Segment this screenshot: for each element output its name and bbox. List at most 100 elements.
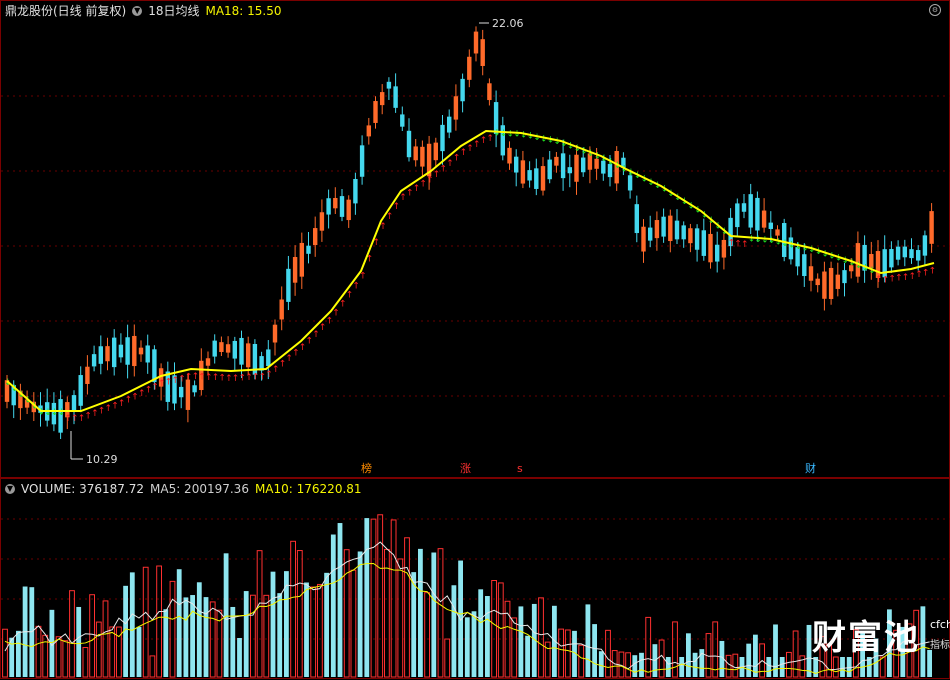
event-marker-rank[interactable]: 榜: [360, 463, 373, 475]
candle-body: [581, 157, 586, 173]
price-header: 鼎龙股份(日线 前复权) ▼ 18日均线 MA18: 15.50: [5, 3, 282, 19]
volume-bar: [418, 548, 423, 677]
event-marker-s[interactable]: s: [516, 463, 524, 475]
candle-body: [822, 271, 827, 299]
candle-body: [152, 349, 157, 383]
volume-bar: [223, 553, 229, 677]
candle-body: [668, 215, 673, 242]
candle-body: [313, 228, 318, 246]
candle-body: [145, 345, 150, 363]
candle-body: [212, 340, 217, 357]
candle-body: [514, 156, 519, 173]
volume-bar: [840, 657, 845, 677]
volume-bar: [270, 571, 276, 677]
candle-body: [433, 142, 438, 161]
volume-bar: [558, 628, 565, 678]
volume-bar: [511, 617, 518, 678]
volume-bar: [625, 652, 632, 678]
volume-bar: [779, 657, 785, 677]
stock-title[interactable]: 鼎龙股份(日线 前复权): [5, 3, 126, 19]
volume-bar: [712, 621, 719, 678]
candle-body: [393, 86, 398, 108]
candle-body: [232, 340, 237, 359]
watermark-brand: 财富池: [812, 618, 920, 658]
volume-bar: [585, 604, 591, 677]
volume-bar: [343, 549, 350, 678]
candle-body: [520, 160, 526, 184]
volume-bar: [390, 519, 397, 678]
ma18-value: MA18: 15.50: [205, 4, 282, 18]
candle-body: [380, 92, 385, 106]
candle-body: [909, 249, 914, 259]
volume-bar: [263, 594, 270, 678]
volume-bar: [397, 558, 404, 678]
candle-body: [420, 146, 425, 167]
candle-body: [366, 125, 371, 137]
volume-bar: [337, 523, 343, 677]
volume-bar: [364, 518, 370, 677]
volume-bar: [176, 569, 182, 677]
volume-bar: [149, 655, 156, 678]
candle-body: [567, 167, 572, 174]
volume-bar: [277, 593, 283, 677]
candle-body: [755, 197, 760, 231]
volume-value: VOLUME: 376187.72: [21, 482, 144, 496]
candle-body: [460, 78, 465, 102]
indicator-name[interactable]: 18日均线: [148, 3, 199, 19]
candle-body: [306, 245, 311, 254]
candle-body: [902, 246, 907, 258]
volume-bar: [304, 582, 309, 677]
volume-bar: [62, 640, 69, 678]
volume-bar: [16, 630, 21, 677]
volume-bar: [879, 656, 886, 678]
ma18-line: [6, 129, 935, 412]
candle-body: [507, 147, 512, 164]
volume-bar: [471, 611, 477, 677]
candle-body: [748, 194, 753, 228]
volume-bar: [605, 629, 611, 678]
event-marker-rise[interactable]: 涨: [459, 463, 472, 475]
volume-bar: [256, 550, 263, 678]
high-price-label: 22.06: [492, 17, 524, 30]
candle-body: [534, 168, 539, 189]
candle-body: [554, 156, 559, 166]
candle-body: [386, 81, 392, 89]
volume-bar: [766, 657, 772, 677]
candle-body: [808, 266, 814, 281]
candle-body: [440, 124, 445, 152]
candle-body: [694, 228, 700, 250]
candle-body: [447, 116, 452, 133]
dropdown-icon[interactable]: ▼: [5, 484, 15, 494]
candle-body: [540, 166, 546, 191]
ma10-value: MA10: 176220.81: [254, 482, 362, 496]
volume-bar: [296, 550, 303, 678]
event-marker-finance[interactable]: 财: [804, 463, 817, 475]
price-chart-canvas[interactable]: ↓↓↓↓↓↓ ↓ ↓ ↓↑ ↑ ↑ ↑ ↑ ↑ ↑ ↑ ↑ ↑ ↑ ↑ ↑ ↑ ↑ ↑ ↑ ↑ ↑ ↑ ↑ ↑ ↑ ↑ ↑ ↑ ↑ ↑ ↑ ↑ ↑…: [1, 1, 950, 479]
volume-bar: [464, 617, 470, 677]
trend-arrow: ↑: [352, 281, 360, 291]
low-price-label: 10.29: [86, 453, 118, 466]
volume-bar: [350, 569, 357, 678]
volume-chart-panel[interactable]: ▼ VOLUME: 376187.72 MA5: 200197.36 MA10:…: [0, 478, 950, 679]
volume-bar: [686, 633, 691, 677]
volume-bar: [82, 647, 89, 678]
candle-body: [272, 324, 278, 343]
volume-bar: [310, 586, 317, 678]
candle-body: [118, 344, 124, 358]
volume-bar: [927, 649, 932, 677]
settings-icon[interactable]: ⚙: [929, 4, 941, 16]
candle-body: [527, 170, 532, 181]
candle-body: [205, 358, 211, 366]
candle-body: [346, 199, 351, 221]
dropdown-icon[interactable]: ▼: [132, 6, 143, 16]
candle-body: [715, 244, 720, 262]
volume-chart-canvas[interactable]: [1, 479, 950, 680]
candle-body: [85, 366, 90, 384]
price-chart-panel[interactable]: ↓ ↓ ↓ ↓ ↓ ↓ ↓ ↓ ↓ ↑ ↑ ↑ ↑ ↑ ↑ ↑ ↑ ↑ ↑ ↑ ↑ ↑ ↑ ↑ ↑ ↑ ↑ ↑ ↑ ↑ ↑ ↑ ↑ ↑ ↑ ↑ ↑ ↑ ↑ ↑…: [0, 0, 950, 478]
trend-arrow: ↑: [346, 290, 354, 300]
volume-bar: [658, 639, 665, 678]
volume-bar: [324, 572, 329, 677]
volume-bar: [692, 652, 698, 677]
volume-bar: [190, 595, 195, 677]
trend-arrow: ↑: [332, 308, 340, 318]
